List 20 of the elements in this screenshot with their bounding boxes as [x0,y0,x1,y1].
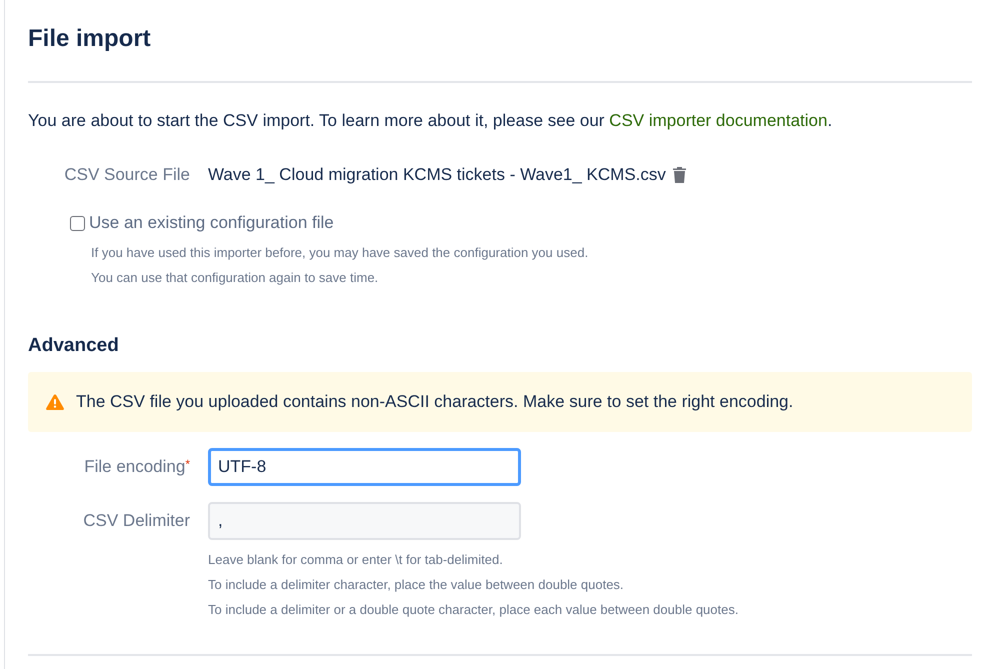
help-text: Leave blank for comma or enter \t for tab-delimited. [208,551,504,569]
file-name: Wave 1_ Cloud migration KCMS tickets - Wave1_ KCMS.csv [208,165,666,185]
field-label: File encoding* [83,457,190,477]
checkbox[interactable] [70,216,85,230]
input-field[interactable]: , [208,502,521,540]
help-text: You can use that configuration again to save time. [91,269,380,287]
field-label: CSV Source File [63,165,190,185]
warning-icon [46,394,64,410]
page-title: File import [28,24,152,54]
field-label: CSV Delimiter [82,511,190,531]
intro-text: You are about to start the CSV import. To learn more about it, please see our CSV importer documentation. [28,110,834,132]
help-text: To include a delimiter or a double quote character, place each value between double quotes. [208,601,740,619]
input-field[interactable]: UTF-8 [208,448,521,486]
checkbox-label: Use an existing configuration file [89,213,334,233]
help-text: To include a delimiter character, place the value between double quotes. [208,576,625,594]
documentation-link[interactable]: CSV importer documentation [609,111,828,130]
help-text: If you have used this importer before, you may have saved the configuration you used. [91,244,590,262]
section-heading: Advanced [28,334,120,358]
warning-text: The CSV file you uploaded contains non-ASCII characters. Make sure to set the right encoding. [76,392,794,412]
trash-icon[interactable] [672,167,686,183]
